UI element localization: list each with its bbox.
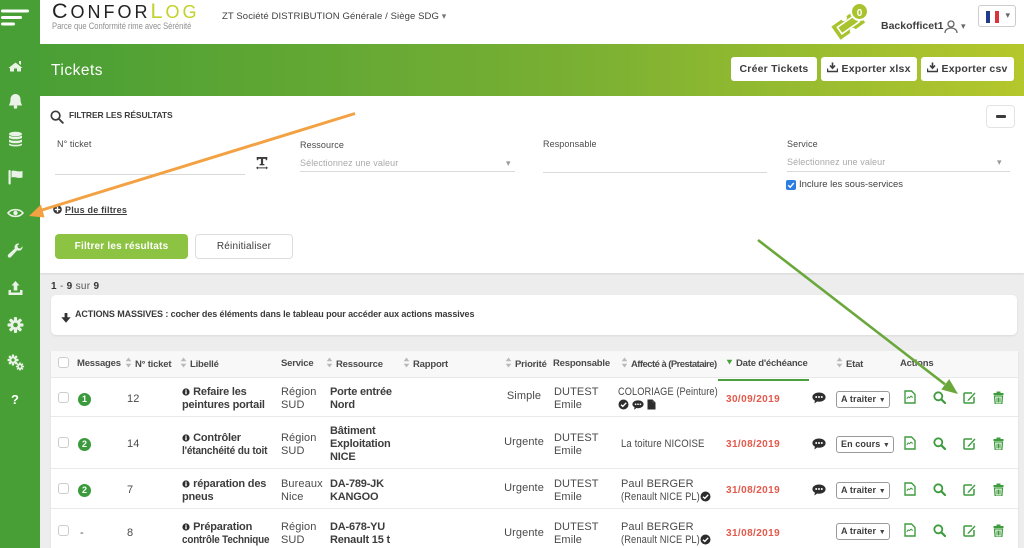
svg-text:?: ?	[11, 392, 19, 407]
